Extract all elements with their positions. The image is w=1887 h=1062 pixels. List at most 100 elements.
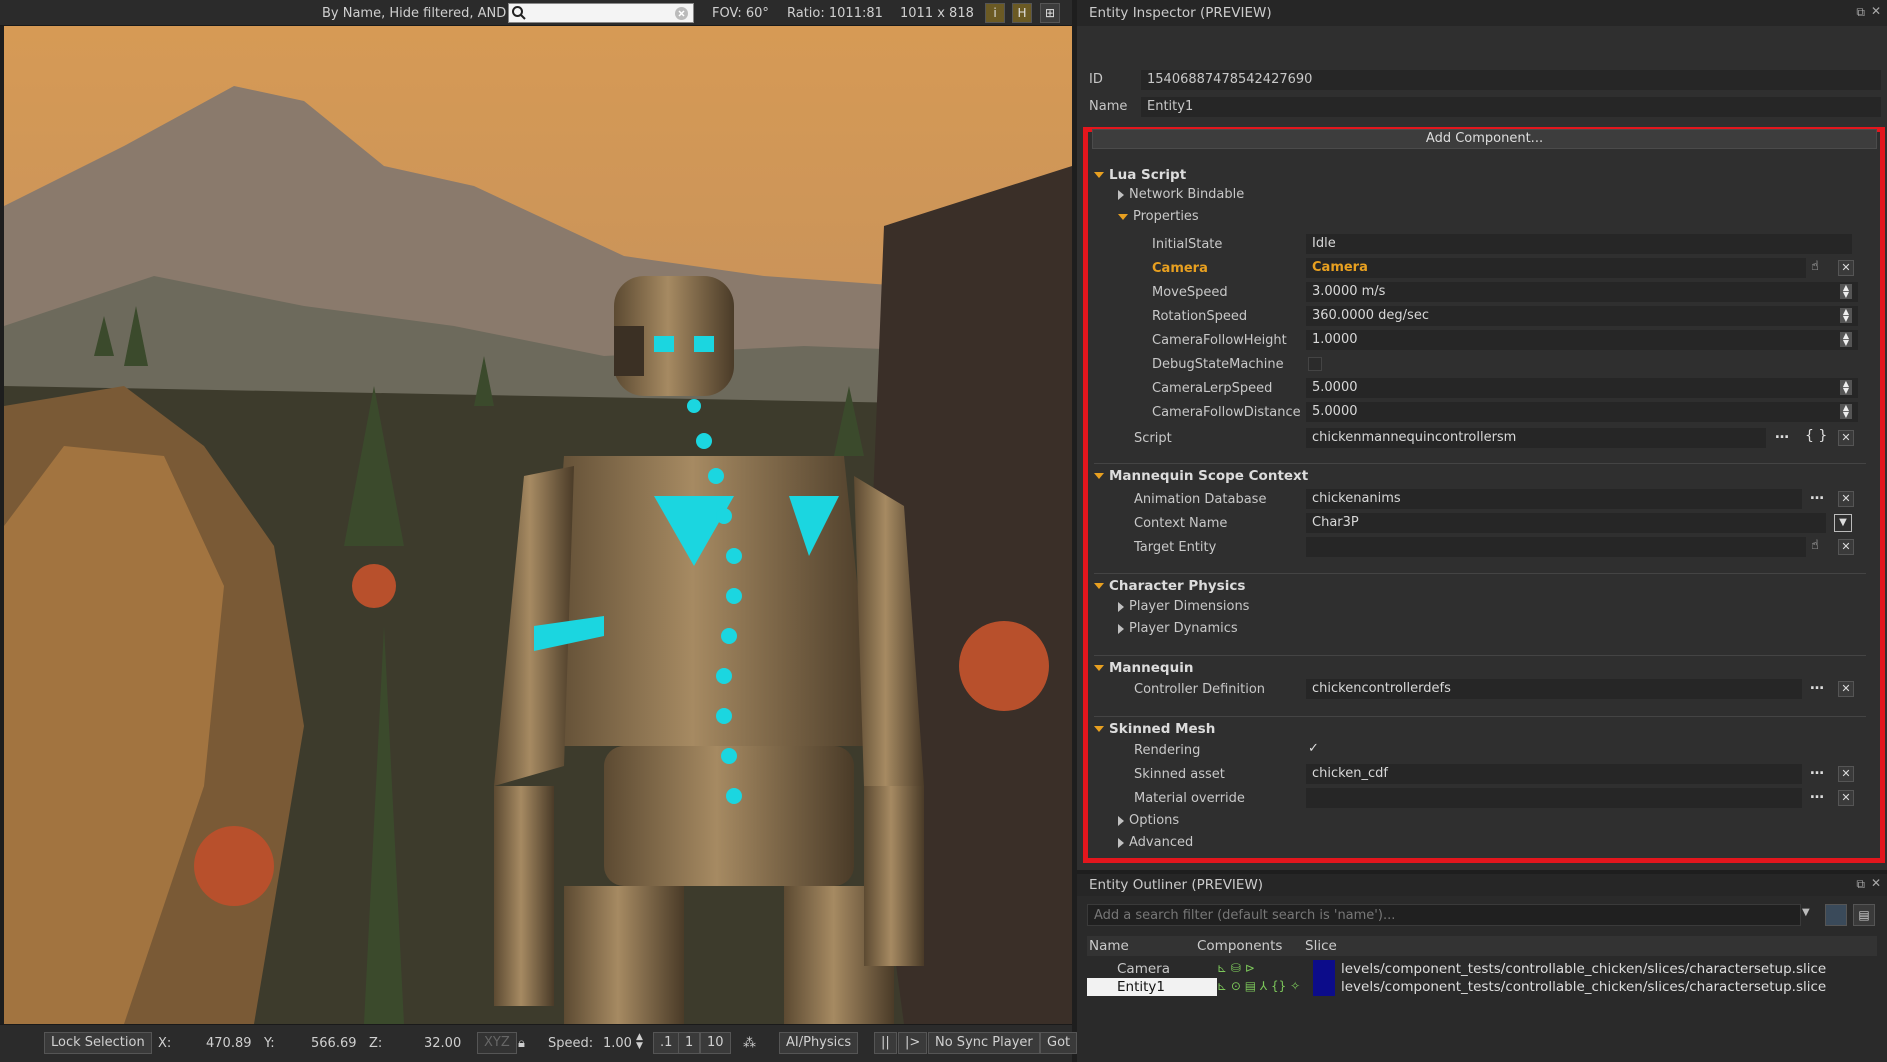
clear-icon[interactable]: ✕ bbox=[1838, 430, 1854, 446]
target-entity-field[interactable] bbox=[1306, 537, 1806, 557]
grid-toggle-button[interactable]: ⊞ bbox=[1040, 3, 1060, 23]
x-coordinate[interactable]: 470.89 bbox=[206, 1036, 252, 1051]
column-name[interactable]: Name bbox=[1089, 938, 1129, 954]
name-field[interactable]: Entity1 bbox=[1141, 97, 1881, 117]
browse-button[interactable]: … bbox=[1810, 786, 1824, 802]
material-override-row: Material override … ✕ bbox=[0, 786, 1887, 808]
debug-state-machine-checkbox[interactable] bbox=[1308, 357, 1322, 371]
id-label: ID bbox=[1089, 72, 1103, 87]
property-label: Animation Database bbox=[1134, 492, 1267, 507]
z-label: Z: bbox=[369, 1036, 383, 1051]
table-row[interactable]: Camera ⊾ ⛁ ⊳ levels/component_tests/cont… bbox=[1087, 960, 1877, 978]
slice-color-swatch bbox=[1313, 960, 1335, 978]
chevron-down-icon[interactable]: ▼ bbox=[1802, 907, 1810, 918]
search-input[interactable] bbox=[508, 3, 694, 23]
info-toggle-button[interactable]: i bbox=[985, 3, 1005, 23]
mannequin-scope-context-header[interactable]: Mannequin Scope Context bbox=[1094, 468, 1308, 484]
script-row: Script chickenmannequincontrollersm … { … bbox=[0, 426, 1887, 448]
pause-button[interactable]: || bbox=[874, 1032, 897, 1054]
ai-physics-button[interactable]: AI/Physics bbox=[779, 1032, 859, 1054]
player-dynamics-group[interactable]: Player Dynamics bbox=[1118, 621, 1238, 641]
context-name-dropdown[interactable]: Char3P bbox=[1306, 513, 1826, 533]
camera-entity-field[interactable]: Camera bbox=[1306, 258, 1806, 278]
name-label: Name bbox=[1089, 99, 1128, 114]
lock-icon[interactable]: 🔒︎ bbox=[518, 1036, 525, 1051]
speed-spinner-icon[interactable]: ▲ ▼ bbox=[636, 1033, 643, 1051]
table-row[interactable]: Entity1 ⊾ ⊙ ▤ ⅄ {} ✧ levels/component_te… bbox=[1087, 978, 1877, 996]
y-coordinate[interactable]: 566.69 bbox=[311, 1036, 357, 1051]
clear-icon[interactable]: ✕ bbox=[1838, 260, 1854, 276]
material-override-field[interactable] bbox=[1306, 788, 1802, 808]
spinner-icon[interactable]: ▲ ▼ bbox=[1840, 404, 1852, 419]
column-components[interactable]: Components bbox=[1197, 938, 1282, 954]
filter-mode-label[interactable]: By Name, Hide filtered, AND bbox=[322, 6, 506, 21]
speed-value[interactable]: 1.00 bbox=[603, 1036, 632, 1051]
skinned-asset-field[interactable]: chicken_cdf bbox=[1306, 764, 1802, 784]
lua-script-header[interactable]: Lua Script bbox=[1094, 167, 1186, 183]
filter-icon[interactable]: ▤ bbox=[1853, 904, 1875, 926]
clear-icon[interactable]: ✕ bbox=[1838, 790, 1854, 806]
mannequin-header[interactable]: Mannequin bbox=[1094, 660, 1193, 676]
browse-button[interactable]: … bbox=[1810, 677, 1824, 693]
speed-preset-0-1[interactable]: .1 bbox=[653, 1032, 680, 1054]
rendering-checkbox[interactable]: ✓ bbox=[1308, 741, 1319, 756]
chevron-down-icon[interactable]: ▼ bbox=[1834, 514, 1852, 532]
property-label: MoveSpeed bbox=[1152, 285, 1228, 300]
entity-name: Camera bbox=[1117, 961, 1170, 977]
move-speed-field[interactable]: 3.0000 m/s bbox=[1306, 282, 1858, 302]
skinned-mesh-header[interactable]: Skinned Mesh bbox=[1094, 721, 1215, 737]
browse-button[interactable]: … bbox=[1810, 762, 1824, 778]
z-coordinate[interactable]: 32.00 bbox=[424, 1036, 461, 1051]
script-field[interactable]: chickenmannequincontrollersm bbox=[1306, 428, 1766, 448]
lock-selection-button[interactable]: Lock Selection bbox=[44, 1032, 152, 1054]
options-group[interactable]: Options bbox=[1118, 813, 1179, 833]
camera-follow-height-field[interactable]: 1.0000 bbox=[1306, 330, 1858, 350]
helpers-toggle-button[interactable]: H bbox=[1012, 3, 1032, 23]
clear-icon[interactable]: ✕ bbox=[1838, 539, 1854, 555]
clear-search-icon[interactable] bbox=[674, 6, 689, 21]
xyz-toggle[interactable]: XYZ bbox=[477, 1032, 517, 1054]
controller-definition-field[interactable]: chickencontrollerdefs bbox=[1306, 679, 1802, 699]
clear-icon[interactable]: ✕ bbox=[1838, 766, 1854, 782]
clear-icon[interactable]: ✕ bbox=[1838, 681, 1854, 697]
clear-icon[interactable]: ✕ bbox=[1838, 491, 1854, 507]
close-icon[interactable]: ✕ bbox=[1871, 4, 1881, 18]
speed-preset-10[interactable]: 10 bbox=[700, 1032, 731, 1054]
browse-button[interactable]: … bbox=[1810, 487, 1824, 503]
spinner-icon[interactable]: ▲ ▼ bbox=[1840, 380, 1852, 395]
column-slice[interactable]: Slice bbox=[1305, 938, 1337, 954]
viewport-status-bar: Lock Selection X: 470.89 Y: 566.69 Z: 32… bbox=[0, 1024, 1078, 1062]
rotation-speed-field[interactable]: 360.0000 deg/sec bbox=[1306, 306, 1858, 326]
spinner-icon[interactable]: ▲ ▼ bbox=[1840, 332, 1852, 347]
sync-player-button[interactable]: No Sync Player bbox=[928, 1032, 1040, 1054]
animation-database-field[interactable]: chickenanims bbox=[1306, 489, 1802, 509]
spinner-icon[interactable]: ▲ ▼ bbox=[1840, 284, 1852, 299]
undock-icon[interactable]: ⧉ bbox=[1856, 877, 1865, 892]
pick-entity-icon[interactable]: ☝︎ bbox=[1811, 259, 1819, 274]
add-component-button[interactable]: Add Component... bbox=[1092, 129, 1877, 149]
network-bindable-group[interactable]: Network Bindable bbox=[1118, 187, 1244, 207]
skinned-asset-row: Skinned asset chicken_cdf … ✕ bbox=[0, 762, 1887, 784]
folder-icon[interactable] bbox=[1825, 904, 1847, 926]
physics-icon[interactable]: ⁂ bbox=[743, 1036, 756, 1051]
entity-name: Entity1 bbox=[1117, 979, 1166, 995]
character-physics-header[interactable]: Character Physics bbox=[1094, 578, 1245, 594]
initial-state-field[interactable]: Idle bbox=[1306, 234, 1852, 254]
browse-button[interactable]: … bbox=[1775, 426, 1789, 442]
rendering-row: Rendering ✓ bbox=[0, 740, 1887, 760]
undock-icon[interactable]: ⧉ bbox=[1856, 5, 1865, 20]
camera-lerp-speed-field[interactable]: 5.0000 bbox=[1306, 378, 1858, 398]
pick-entity-icon[interactable]: ☝︎ bbox=[1811, 538, 1819, 553]
goto-button[interactable]: Got bbox=[1040, 1032, 1078, 1054]
close-icon[interactable]: ✕ bbox=[1871, 876, 1881, 890]
speed-preset-1[interactable]: 1 bbox=[678, 1032, 701, 1054]
player-dimensions-group[interactable]: Player Dimensions bbox=[1118, 599, 1249, 619]
step-button[interactable]: |> bbox=[898, 1032, 928, 1054]
edit-script-icon[interactable]: { } bbox=[1805, 428, 1827, 444]
outliner-search-input[interactable]: Add a search filter (default search is '… bbox=[1087, 904, 1801, 926]
advanced-group[interactable]: Advanced bbox=[1118, 835, 1193, 855]
spinner-icon[interactable]: ▲ ▼ bbox=[1840, 308, 1852, 323]
properties-group[interactable]: Properties bbox=[1118, 209, 1199, 229]
camera-follow-distance-field[interactable]: 5.0000 bbox=[1306, 402, 1858, 422]
controller-definition-row: Controller Definition chickencontrollerd… bbox=[0, 677, 1887, 699]
